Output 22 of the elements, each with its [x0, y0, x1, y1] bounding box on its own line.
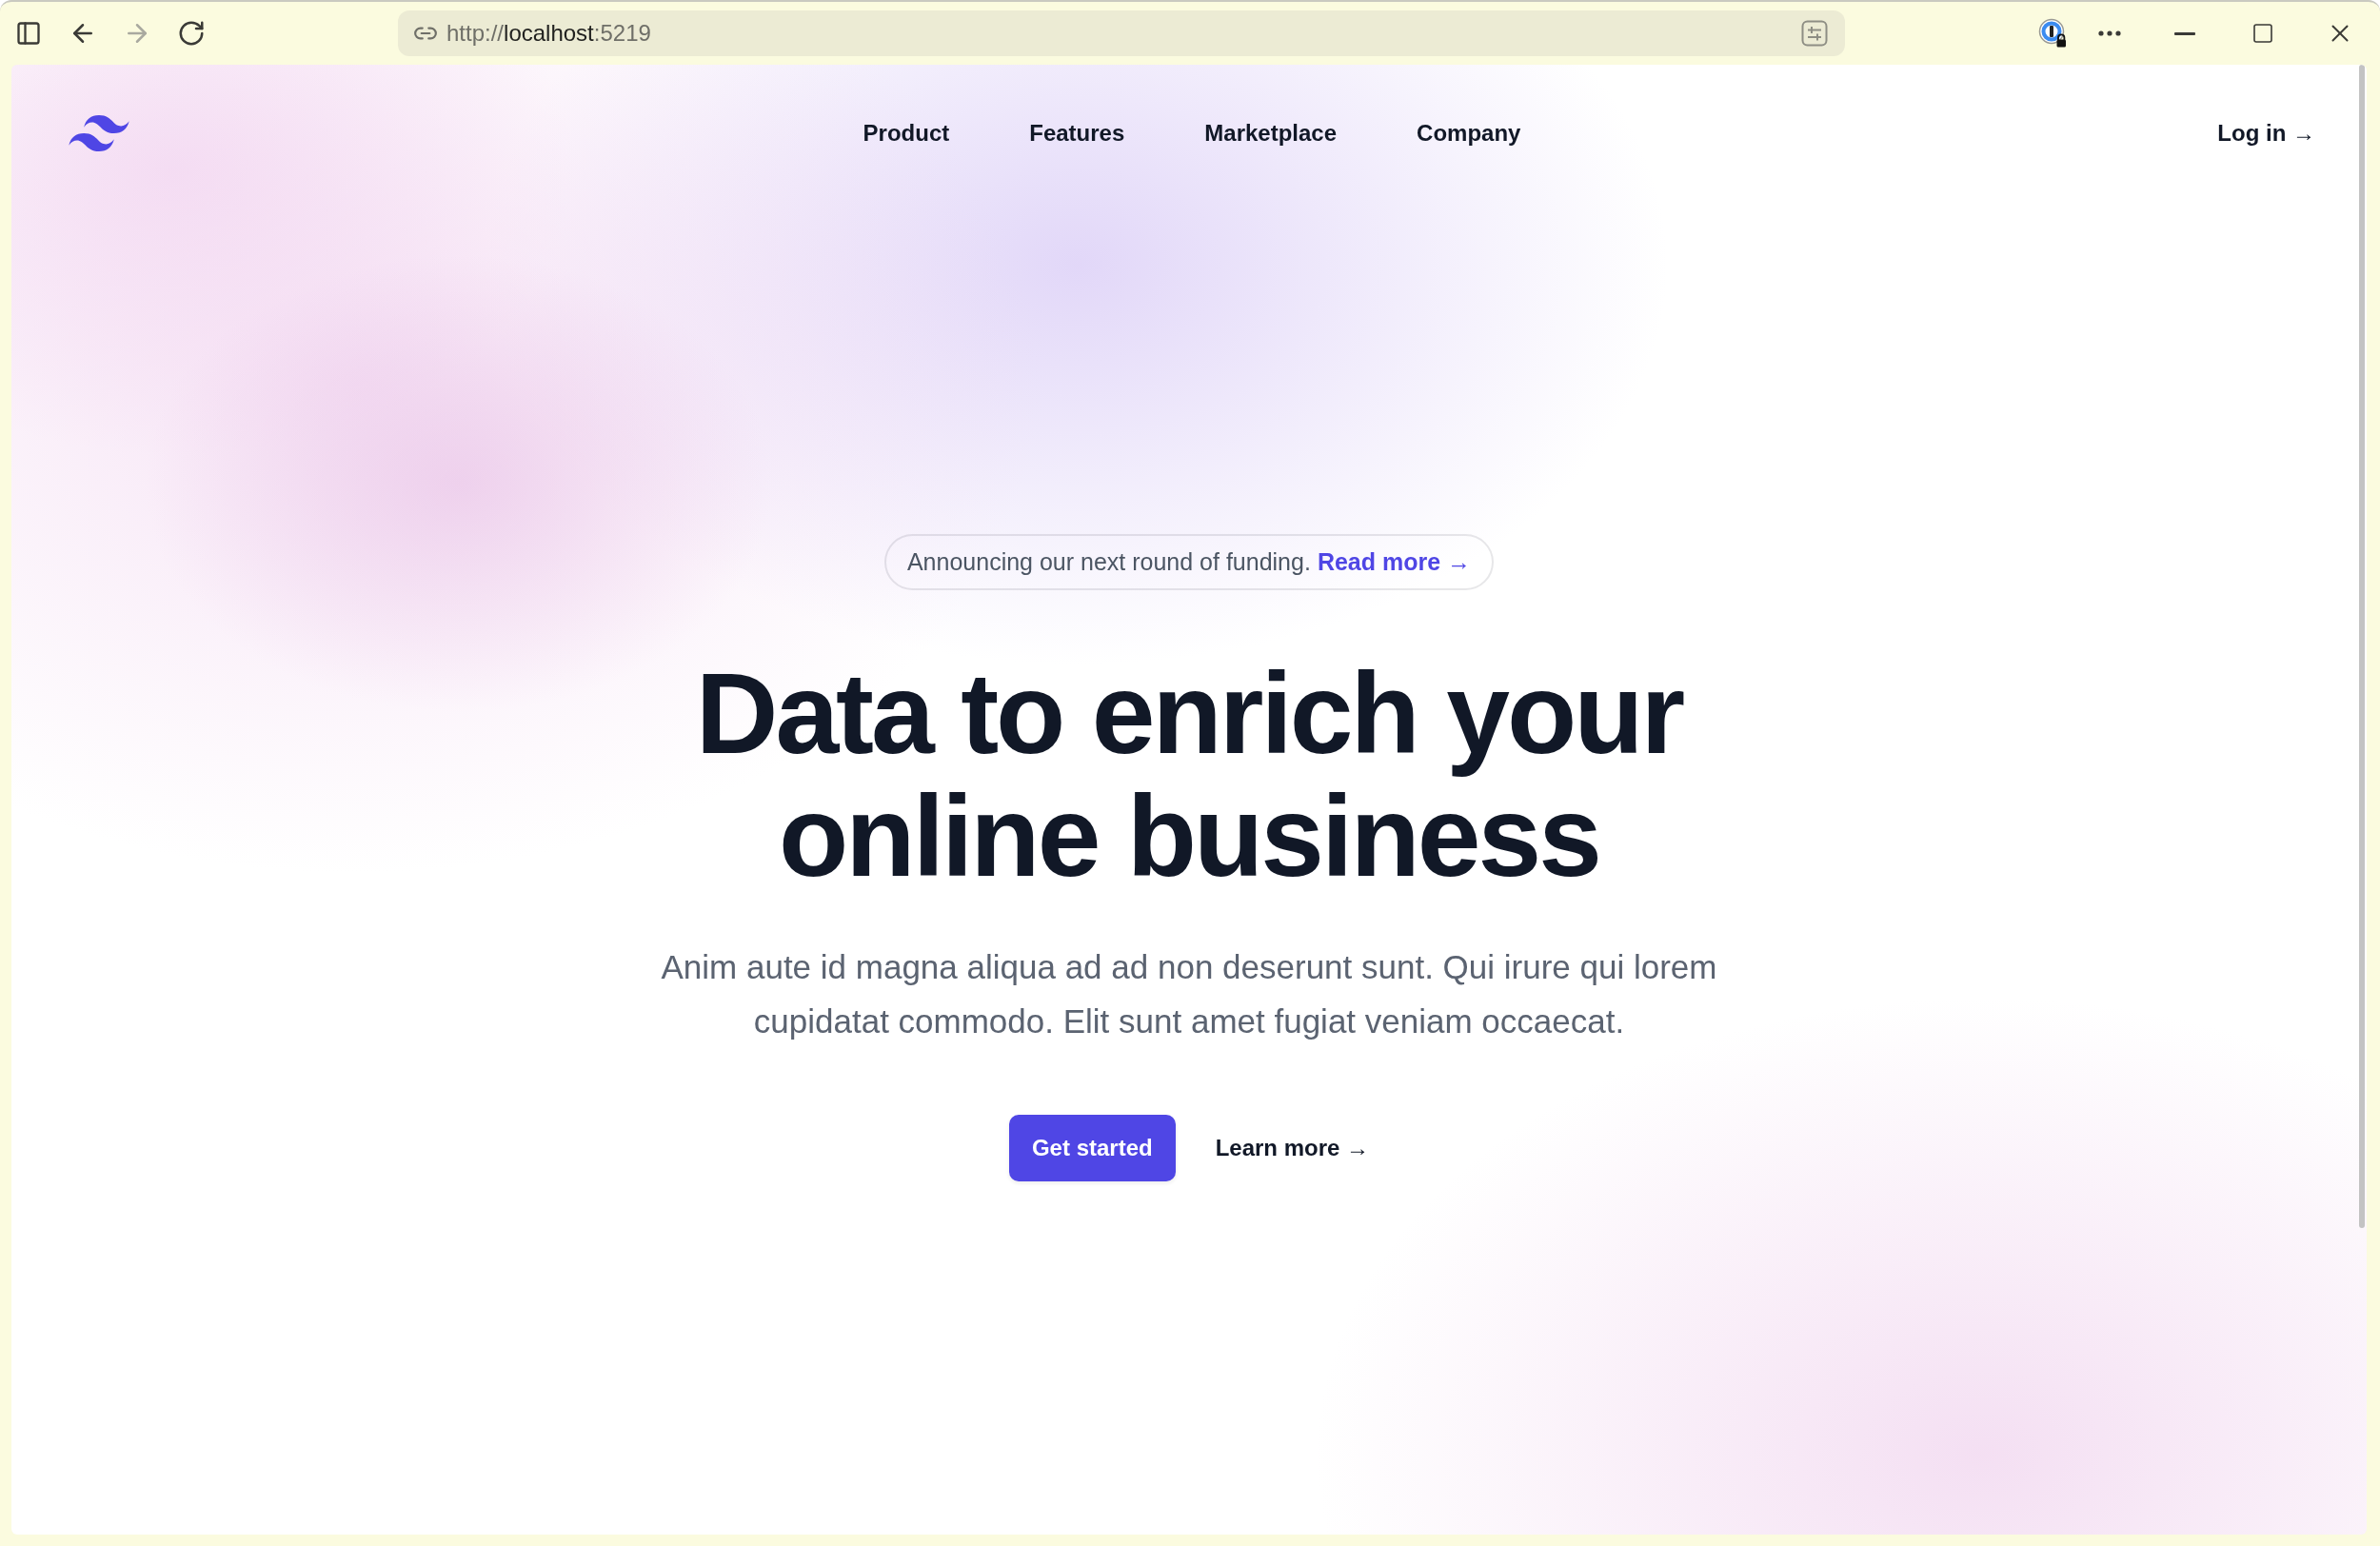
get-started-button[interactable]: Get started [1008, 1115, 1176, 1181]
nav-link[interactable]: Product [863, 114, 950, 152]
announcement-text: Announcing our next round of funding. [906, 548, 1311, 576]
login-link[interactable]: Log in → [2217, 114, 2315, 152]
address-bar[interactable]: http://localhost:5219 [398, 10, 1845, 56]
learn-more-link[interactable]: Learn more → [1215, 1129, 1370, 1167]
url-text: http://localhost:5219 [446, 20, 652, 47]
sliders-icon[interactable] [1801, 20, 1828, 47]
reload-icon [177, 19, 206, 48]
ring-lock-icon [2038, 18, 2069, 49]
minimize-icon [2174, 31, 2195, 35]
nav-link[interactable]: Marketplace [1204, 114, 1338, 152]
sidebar-icon [15, 20, 42, 47]
hero-description: Anim aute id magna aliqua ad ad non deserunt sunt. Qui irure qui lorem cupidatat commodo. Elit sunt amet fugiat veniam occaecat. [660, 947, 1718, 1041]
maximize-icon [2251, 22, 2274, 45]
scrollbar-thumb[interactable] [2359, 65, 2365, 1228]
logo[interactable] [69, 115, 129, 151]
nav-link[interactable]: Company [1417, 114, 1521, 152]
read-more-link[interactable]: Read more → [1317, 548, 1472, 576]
more-icon [2098, 30, 2121, 36]
hero-heading: Data to enrich your online business [694, 652, 1684, 898]
nav-link[interactable]: Features [1029, 114, 1125, 152]
